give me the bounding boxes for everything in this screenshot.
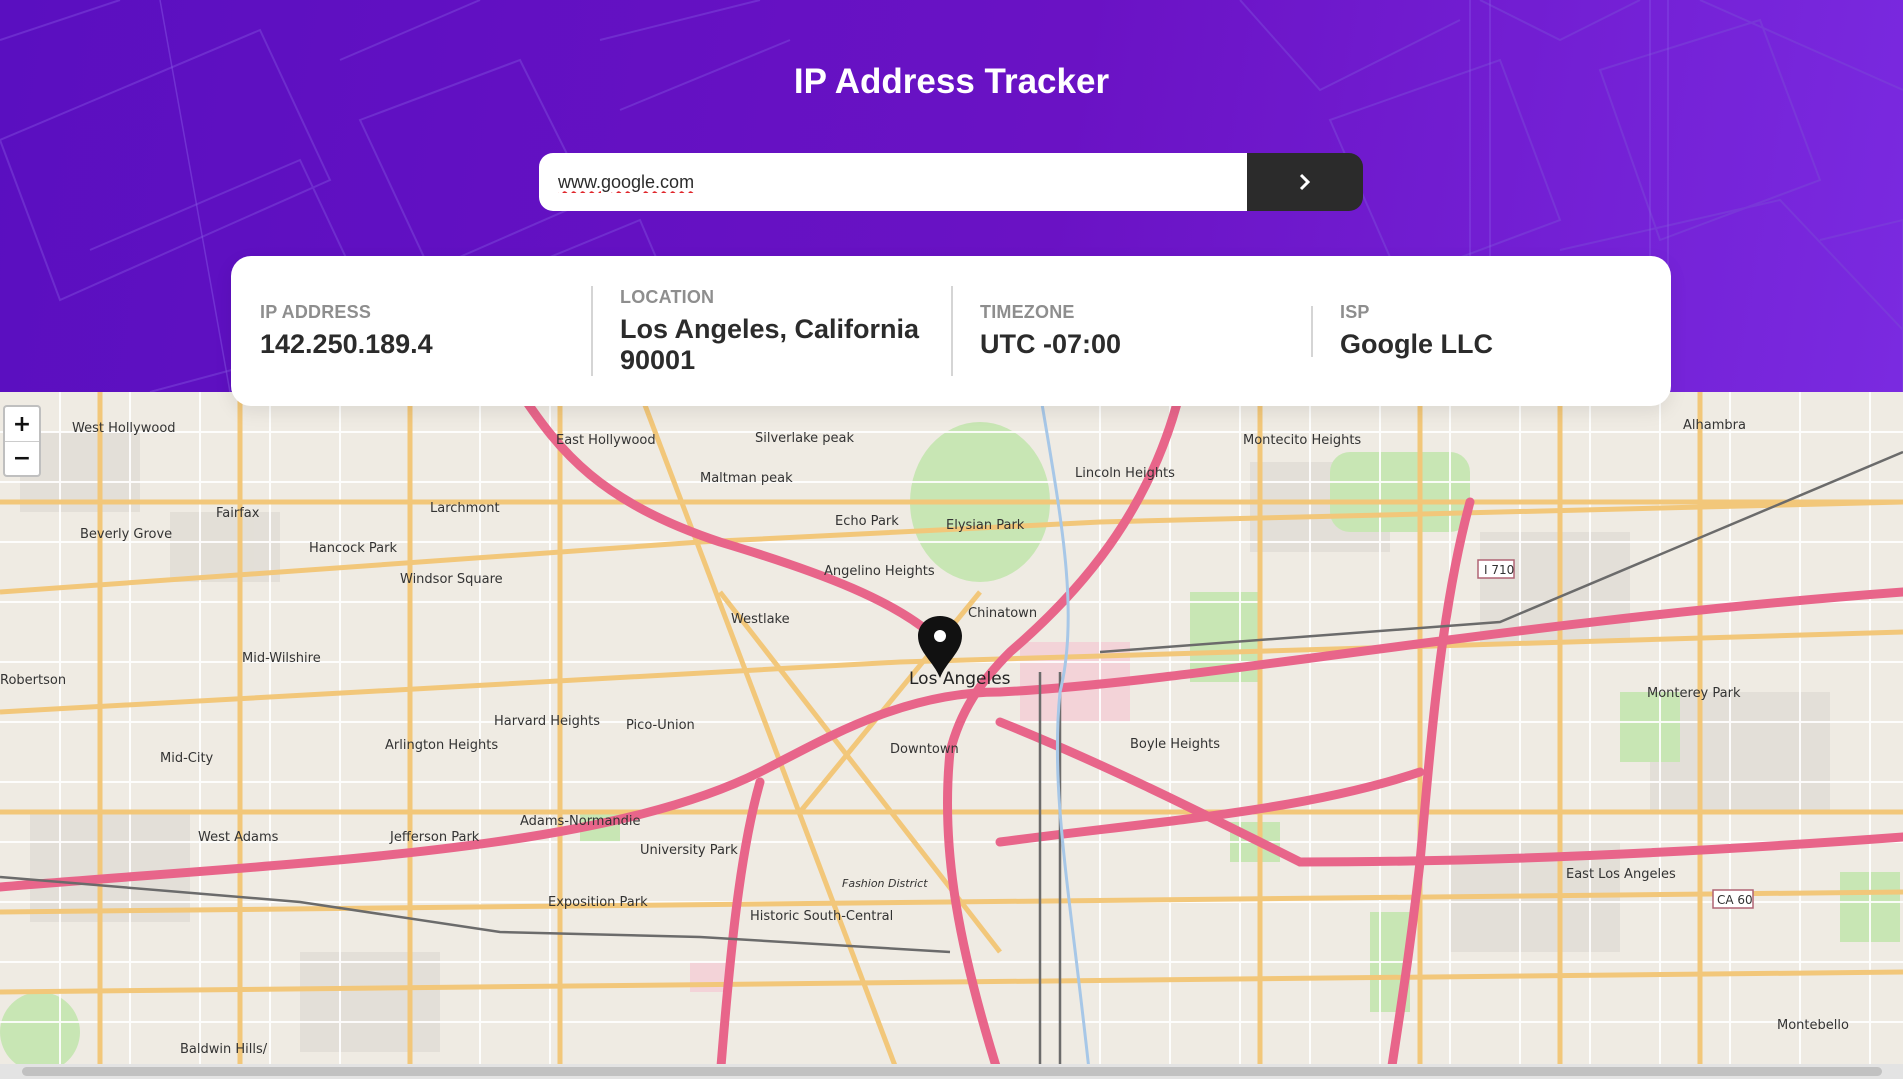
- map-label: Montecito Heights: [1243, 433, 1361, 448]
- map-label: Los Angeles: [909, 669, 1011, 689]
- timezone-cell: TIMEZONE UTC -07:00: [951, 256, 1311, 406]
- map-label: Fairfax: [216, 506, 260, 521]
- timezone-label: TIMEZONE: [980, 302, 1075, 323]
- map-label: Monterey Park: [1647, 686, 1741, 701]
- location-value-line1: Los Angeles, California: [620, 314, 920, 345]
- map-label: Jefferson Park: [389, 830, 480, 845]
- map-label: West Adams: [198, 830, 279, 845]
- route-shield-label: I 710: [1484, 563, 1514, 577]
- map-label: Beverly Grove: [80, 527, 172, 542]
- map-label: Silverlake peak: [755, 431, 855, 446]
- search-bar: [539, 153, 1363, 211]
- zoom-in-button[interactable]: +: [5, 407, 39, 441]
- search-submit-button[interactable]: [1247, 153, 1363, 211]
- map-label: East Hollywood: [556, 433, 656, 448]
- horizontal-scrollbar[interactable]: [0, 1064, 1903, 1079]
- chevron-right-icon: [1299, 173, 1311, 191]
- map-label: Montebello: [1777, 1018, 1849, 1033]
- map-label: Windsor Square: [400, 572, 503, 587]
- map-tiles: West Hollywood East Hollywood Silverlake…: [0, 392, 1903, 1079]
- location-value-line2: 90001: [620, 344, 696, 375]
- location-label: LOCATION: [620, 287, 715, 308]
- map-label: Baldwin Hills/: [180, 1042, 268, 1057]
- map-label: Pico-Union: [626, 718, 695, 733]
- isp-label: ISP: [1340, 302, 1370, 323]
- map-label: Harvard Heights: [494, 714, 600, 729]
- map-label: Angelino Heights: [824, 564, 935, 579]
- map-label: West Hollywood: [72, 421, 176, 436]
- map-label: University Park: [640, 843, 738, 858]
- map-label: Downtown: [890, 742, 959, 757]
- map-label: Mid-Wilshire: [242, 651, 321, 666]
- map-label: Maltman peak: [700, 471, 793, 486]
- map-label: Lincoln Heights: [1075, 466, 1175, 481]
- scrollbar-thumb[interactable]: [22, 1067, 1882, 1076]
- map-label: Hancock Park: [309, 541, 397, 556]
- map-label: Westlake: [731, 612, 790, 627]
- map-view[interactable]: West Hollywood East Hollywood Silverlake…: [0, 392, 1903, 1079]
- map-label: Boyle Heights: [1130, 737, 1220, 752]
- location-cell: LOCATION Los Angeles, California 90001: [591, 256, 951, 406]
- ip-address-value: 142.250.189.4: [260, 329, 433, 360]
- map-label: Adams-Normandie: [520, 814, 641, 829]
- map-label: Fashion District: [842, 877, 928, 890]
- map-label: Exposition Park: [548, 895, 648, 910]
- map-label: East Los Angeles: [1566, 867, 1676, 882]
- map-label: Echo Park: [835, 514, 899, 529]
- route-shield-label: CA 60: [1717, 893, 1753, 907]
- map-label: Historic South-Central: [750, 909, 893, 924]
- map-label: Mid-City: [160, 751, 214, 766]
- map-label: Larchmont: [430, 501, 500, 516]
- map-label: Chinatown: [968, 606, 1037, 621]
- isp-cell: ISP Google LLC: [1311, 256, 1671, 406]
- page-title: IP Address Tracker: [793, 62, 1110, 101]
- timezone-value: UTC -07:00: [980, 329, 1122, 360]
- info-card: IP ADDRESS 142.250.189.4 LOCATION Los An…: [231, 256, 1671, 406]
- ip-address-label: IP ADDRESS: [260, 302, 372, 323]
- map-zoom-control: + −: [3, 405, 41, 477]
- search-input[interactable]: [539, 153, 1247, 211]
- map-label: Elysian Park: [946, 518, 1025, 533]
- zoom-out-button[interactable]: −: [5, 441, 39, 475]
- map-label: Arlington Heights: [385, 738, 498, 753]
- isp-value: Google LLC: [1340, 329, 1493, 360]
- ip-address-cell: IP ADDRESS 142.250.189.4: [231, 256, 591, 406]
- map-label: Robertson: [0, 673, 66, 688]
- map-label: Alhambra: [1683, 418, 1746, 433]
